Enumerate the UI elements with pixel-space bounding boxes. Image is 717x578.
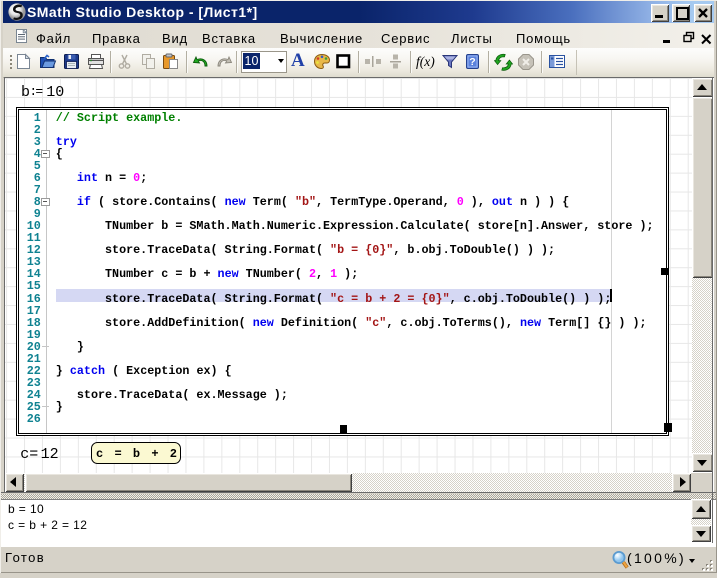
svg-text:?: ? [469,56,475,68]
